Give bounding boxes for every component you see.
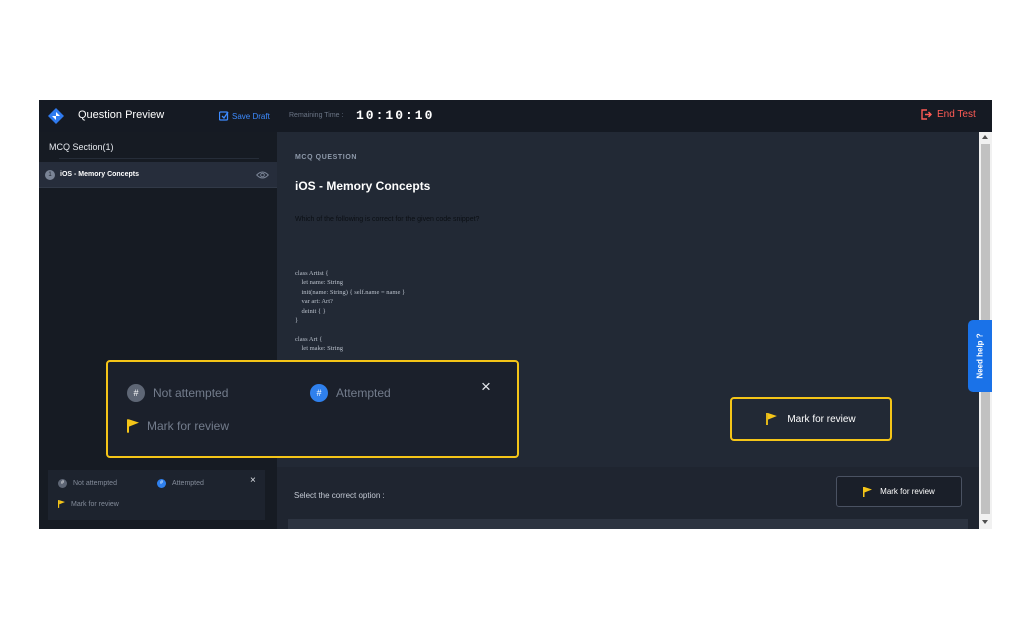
attempted-badge: # [310, 384, 328, 402]
section-divider [59, 158, 259, 159]
mark-for-review-button-label: Mark for review [880, 487, 935, 496]
question-title: iOS - Memory Concepts [295, 179, 431, 193]
question-text: Which of the following is correct for th… [295, 216, 480, 223]
flag-icon [863, 486, 873, 497]
question-panel: MCQ QUESTION iOS - Memory Concepts Which… [277, 132, 979, 529]
legend-close-button[interactable]: × [481, 377, 491, 397]
option-list[interactable] [288, 519, 968, 529]
options-area: Select the correct option : Mark for rev… [277, 467, 979, 529]
need-help-label: Need help ? [975, 333, 985, 379]
code-line: let name: String [295, 279, 344, 287]
mark-for-review-label: Mark for review [787, 413, 856, 425]
code-line: init(name: String) { self.name = name } [295, 288, 406, 296]
legend-mark-for-review: Mark for review [58, 500, 119, 508]
legend-attempted: # Attempted [157, 479, 204, 488]
select-option-label: Select the correct option : [294, 491, 385, 500]
legend-attempted-label: Attempted [172, 480, 204, 487]
app-window: Question Preview Save Draft Remaining Ti… [39, 100, 992, 529]
legend-close-button[interactable]: × [250, 475, 256, 486]
mark-for-review-button[interactable]: Mark for review [836, 476, 962, 507]
sidebar-item-label: iOS - Memory Concepts [60, 171, 139, 178]
code-line: let make: String [295, 345, 344, 353]
legend-callout: # Not attempted # Attempted × Mark for r… [106, 360, 519, 458]
flag-icon [58, 500, 65, 508]
save-draft-label: Save Draft [232, 111, 270, 121]
code-line: } [295, 317, 299, 325]
need-help-tab[interactable]: Need help ? [968, 320, 992, 392]
legend-not-attempted-label: Not attempted [73, 480, 117, 487]
question-type: MCQ QUESTION [295, 154, 358, 161]
flag-icon [766, 413, 778, 425]
eye-icon[interactable] [256, 170, 269, 180]
timer-value: 10:10:10 [356, 108, 435, 123]
mark-for-review-highlight[interactable]: Mark for review [730, 397, 892, 441]
end-test-label: End Test [937, 109, 976, 120]
sidebar: MCQ Section(1) 1 iOS - Memory Concepts #… [39, 132, 277, 529]
not-attempted-badge: # [127, 384, 145, 402]
code-line: class Art { [295, 335, 323, 343]
save-icon [219, 111, 229, 121]
legend-attempted-label: Attempted [336, 386, 391, 400]
legend-not-attempted: # Not attempted [58, 479, 117, 488]
logo-icon [48, 108, 64, 124]
legend-not-attempted: # Not attempted [127, 384, 228, 402]
top-bar: Question Preview Save Draft Remaining Ti… [39, 100, 992, 132]
legend-mark-for-review-label: Mark for review [147, 419, 230, 433]
section-title: MCQ Section(1) [49, 142, 114, 152]
legend-attempted: # Attempted [310, 384, 391, 402]
question-number-badge: 1 [45, 170, 55, 180]
page-title: Question Preview [78, 109, 165, 121]
flag-icon [127, 419, 139, 433]
not-attempted-badge: # [58, 479, 67, 488]
save-draft-button[interactable]: Save Draft [219, 111, 270, 121]
legend-not-attempted-label: Not attempted [153, 386, 229, 400]
remaining-time-label: Remaining Time : [289, 112, 344, 119]
legend-panel: # Not attempted # Attempted × Mark for r… [48, 470, 265, 520]
legend-mark-for-review: Mark for review [127, 419, 229, 433]
scroll-down-icon[interactable] [982, 520, 988, 524]
sidebar-item-question-1[interactable]: 1 iOS - Memory Concepts [39, 162, 277, 188]
logout-icon [921, 109, 932, 120]
code-line: var art: Art? [295, 298, 333, 306]
code-snippet: class Artist { let name: String init(nam… [295, 269, 505, 354]
code-line: deinit { } [295, 307, 326, 315]
code-line: class Artist { [295, 270, 329, 277]
scroll-up-icon[interactable] [982, 135, 988, 139]
legend-mark-for-review-label: Mark for review [71, 500, 119, 508]
end-test-button[interactable]: End Test [921, 109, 976, 120]
attempted-badge: # [157, 479, 166, 488]
